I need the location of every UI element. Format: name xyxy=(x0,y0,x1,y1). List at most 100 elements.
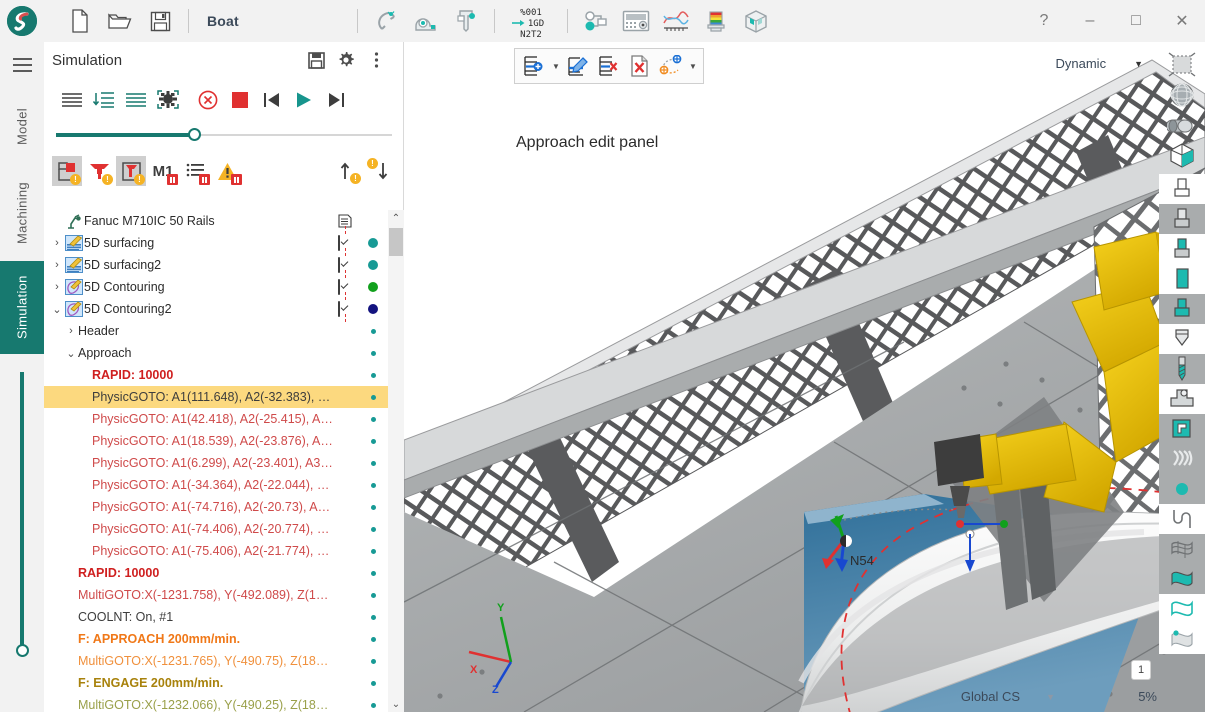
magnet-snap-icon[interactable] xyxy=(366,2,406,40)
status-dot[interactable] xyxy=(371,504,376,510)
toolpath-hatch-icon[interactable] xyxy=(1159,444,1205,474)
stop-icon[interactable] xyxy=(224,83,256,117)
status-dot[interactable] xyxy=(371,680,376,686)
point-dot-icon[interactable] xyxy=(1159,474,1205,504)
status-dot[interactable] xyxy=(368,282,378,292)
delete-file-icon[interactable] xyxy=(625,51,655,81)
step-into-icon[interactable] xyxy=(88,83,120,117)
add-point-dropdown-icon[interactable]: ▼ xyxy=(550,51,562,81)
status-dot[interactable] xyxy=(368,304,378,314)
tree-row[interactable]: PhysicGOTO: A1(18.539), A2(-23.876), A… xyxy=(44,430,388,452)
tree-row[interactable]: PhysicGOTO: A1(-34.364), A2(-22.044), … xyxy=(44,474,388,496)
vertical-slider[interactable] xyxy=(14,372,30,657)
goto-next-warning-icon[interactable]: ! xyxy=(365,156,395,186)
edit-point-icon[interactable] xyxy=(563,51,593,81)
sidebar-item-model[interactable]: Model xyxy=(0,88,44,166)
view-counter-badge[interactable]: 1 xyxy=(1131,660,1151,680)
status-dot[interactable] xyxy=(368,260,378,270)
surface-point-icon[interactable] xyxy=(1159,624,1205,654)
measure-tape-icon[interactable] xyxy=(406,2,446,40)
delete-point-icon[interactable] xyxy=(594,51,624,81)
chevron-down-icon[interactable]: ▼ xyxy=(1046,692,1055,702)
stock-box-icon[interactable] xyxy=(736,2,776,40)
tree-row[interactable]: RAPID: 10000 xyxy=(44,364,388,386)
controller-icon[interactable] xyxy=(616,2,656,40)
status-dot[interactable] xyxy=(371,570,376,576)
status-dot[interactable] xyxy=(371,350,376,356)
nc-code-icon[interactable]: %001 1GD N2T2 xyxy=(503,2,559,40)
status-dot[interactable] xyxy=(368,238,378,248)
status-dot[interactable] xyxy=(371,460,376,466)
tool-shank-icon[interactable] xyxy=(1159,234,1205,264)
list-all-lines-icon[interactable] xyxy=(56,83,88,117)
chevron-down-icon[interactable]: ▼ xyxy=(1134,59,1143,69)
message-list-icon[interactable] xyxy=(180,156,210,186)
tool-assembly-icon[interactable] xyxy=(1159,294,1205,324)
status-dot[interactable] xyxy=(371,592,376,598)
menu-icon[interactable] xyxy=(0,42,44,88)
tree-row[interactable]: Fanuc M710IC 50 Rails xyxy=(44,210,388,234)
tree-row[interactable]: MultiGOTO:X(-1232.066), Y(-490.25), Z(18… xyxy=(44,694,388,712)
tree-row[interactable]: › Header xyxy=(44,320,388,342)
status-dot[interactable] xyxy=(371,438,376,444)
sidebar-item-machining[interactable]: Machining xyxy=(0,166,44,261)
tree-row[interactable]: PhysicGOTO: A1(42.418), A2(-25.415), A… xyxy=(44,408,388,430)
expand-chevron-icon[interactable]: › xyxy=(64,325,78,337)
sidebar-item-simulation[interactable]: Simulation xyxy=(0,261,44,354)
status-dot[interactable] xyxy=(371,372,376,378)
machine-icon[interactable] xyxy=(1159,384,1205,414)
add-point-icon[interactable] xyxy=(519,51,549,81)
tree-row[interactable]: ⌄ Approach xyxy=(44,342,388,364)
step-back-icon[interactable] xyxy=(256,83,288,117)
caliper-icon[interactable] xyxy=(446,2,486,40)
tree-row[interactable]: PhysicGOTO: A1(-74.406), A2(-20.774), … xyxy=(44,518,388,540)
tree-row[interactable]: › 5D Contouring xyxy=(44,276,388,300)
new-file-icon[interactable] xyxy=(60,2,100,40)
expand-chevron-icon[interactable]: › xyxy=(50,259,64,271)
save-icon[interactable] xyxy=(140,2,180,40)
reorder-points-icon[interactable] xyxy=(656,51,686,81)
more-vert-icon[interactable] xyxy=(361,45,391,75)
select-box-icon[interactable] xyxy=(1159,50,1205,80)
stop-error-icon[interactable] xyxy=(192,83,224,117)
tree-row[interactable]: › 5D surfacing xyxy=(44,232,388,256)
collision-tool-icon[interactable]: ! xyxy=(84,156,114,186)
select-region-icon[interactable] xyxy=(152,83,184,117)
minimize-button[interactable]: – xyxy=(1067,0,1113,42)
status-dot[interactable] xyxy=(371,482,376,488)
shaded-solid-icon[interactable] xyxy=(1159,110,1205,140)
surface-wire-icon[interactable] xyxy=(1159,534,1205,564)
simulation-tree[interactable]: Fanuc M710IC 50 Rails › 5D surfacing › 5D su… xyxy=(44,210,404,712)
tree-row[interactable]: PhysicGOTO: A1(6.299), A2(-23.401), A3… xyxy=(44,452,388,474)
tool-holder-solid-icon[interactable] xyxy=(1159,204,1205,234)
status-dot[interactable] xyxy=(371,636,376,642)
status-dot[interactable] xyxy=(371,548,376,554)
tree-row[interactable]: PhysicGOTO: A1(111.648), A2(-32.383), … xyxy=(44,386,388,408)
tree-row[interactable]: › 5D surfacing2 xyxy=(44,254,388,278)
warning-icon[interactable] xyxy=(212,156,242,186)
simulation-progress-slider[interactable] xyxy=(56,122,392,148)
status-dot[interactable] xyxy=(371,658,376,664)
close-button[interactable]: ✕ xyxy=(1159,0,1205,42)
tree-row[interactable]: ⌄ 5D Contouring2 xyxy=(44,298,388,322)
tree-row[interactable]: RAPID: 10000 xyxy=(44,562,388,584)
surface-shaded-icon[interactable] xyxy=(1159,564,1205,594)
status-dot[interactable] xyxy=(371,614,376,620)
collision-holder-icon[interactable]: ! xyxy=(116,156,146,186)
expand-chevron-icon[interactable]: › xyxy=(50,281,64,293)
scroll-thumb[interactable] xyxy=(389,228,403,256)
tree-row[interactable]: PhysicGOTO: A1(-75.406), A2(-21.774), … xyxy=(44,540,388,562)
status-dot[interactable] xyxy=(371,394,376,400)
status-dot[interactable] xyxy=(371,416,376,422)
expand-chevron-icon[interactable]: ⌄ xyxy=(50,303,64,316)
tree-row[interactable]: COOLNT: On, #1 xyxy=(44,606,388,628)
scroll-down-button[interactable]: ⌄ xyxy=(388,696,404,712)
tree-row[interactable]: MultiGOTO:X(-1231.765), Y(-490.75), Z(18… xyxy=(44,650,388,672)
m1-stop-icon[interactable]: M1 xyxy=(148,156,178,186)
surface-outline-icon[interactable] xyxy=(1159,594,1205,624)
tree-row[interactable]: F: APPROACH 200mm/min. xyxy=(44,628,388,650)
gear-icon[interactable] xyxy=(331,45,361,75)
list-lines-icon[interactable] xyxy=(120,83,152,117)
reorder-dropdown-icon[interactable]: ▼ xyxy=(687,51,699,81)
status-dot[interactable] xyxy=(371,702,376,708)
